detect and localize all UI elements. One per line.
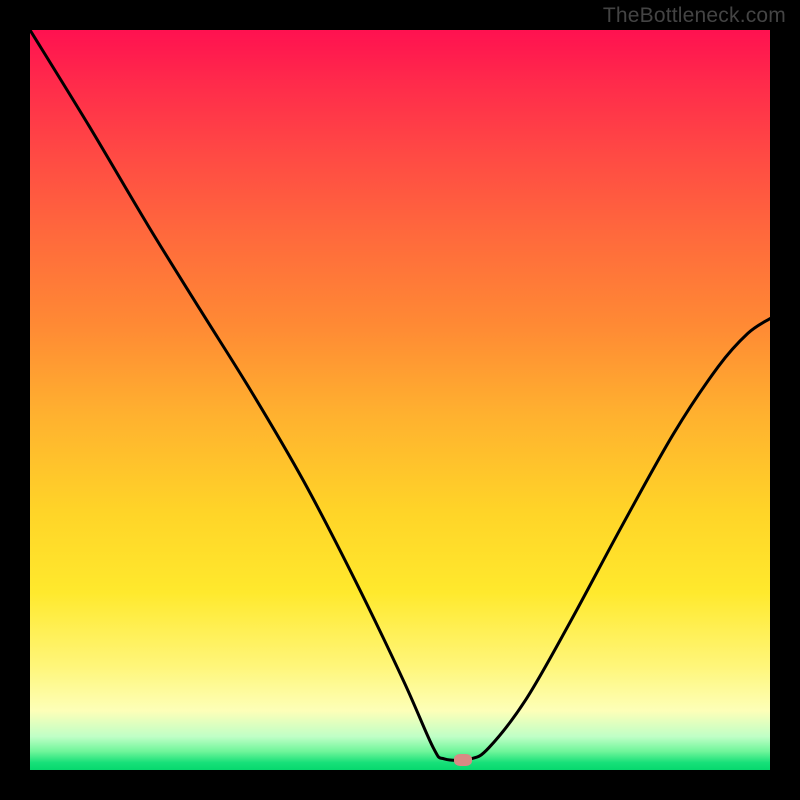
plot-area: [30, 30, 770, 770]
chart-frame: TheBottleneck.com: [0, 0, 800, 800]
watermark-text: TheBottleneck.com: [603, 4, 786, 28]
curve-path: [30, 30, 770, 760]
bottleneck-curve: [30, 30, 770, 770]
minimum-marker: [454, 754, 472, 766]
